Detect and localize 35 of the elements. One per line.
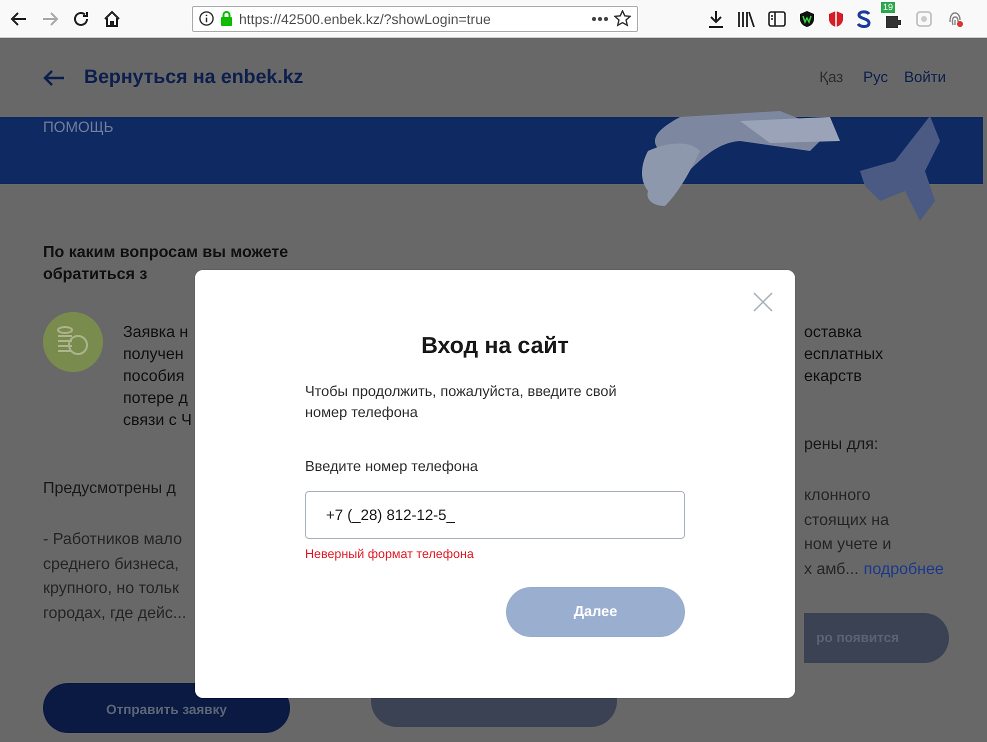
modal-description: Чтобы продолжить, пожалуйста, введите свой номер телефона (305, 383, 618, 423)
more-link[interactable]: подробнее (864, 558, 944, 583)
card-text-line: клонного (804, 486, 871, 506)
banner-caption: ПОМОЩЬ (43, 119, 114, 137)
section-heading-line: обратиться з (43, 265, 148, 285)
card-title-line: Заявка н (123, 323, 188, 343)
modal-title: Вход на сайт (420, 331, 570, 360)
card-title-line: получен (123, 345, 184, 365)
card-text-line: крупного, но тольк (43, 579, 179, 600)
card-subtitle: рены для: (804, 435, 878, 455)
card-text-line: среднего бизнеса, (43, 554, 179, 575)
card-text-line: - Работников мало (43, 530, 182, 550)
card-title-line: пособия (123, 367, 184, 387)
card-title-line: потере д (123, 389, 188, 409)
phone-input-field[interactable]: +7 (_28) 812-12-5_ (305, 491, 685, 539)
notification-badge: 19 (881, 2, 896, 12)
card-text-line: ном учете и (804, 535, 892, 556)
card-title-line: оставка (804, 323, 862, 343)
language-option[interactable]: Қаз (819, 69, 844, 86)
card-subtitle: Предусмотрены д (43, 479, 176, 499)
card-title-line: екарств (804, 367, 862, 387)
field-label: Введите номер телефона (305, 458, 479, 477)
section-heading-line: По каким вопросам вы можете (43, 243, 288, 263)
card-text-line: х амб... (804, 560, 859, 580)
card-text-line: стоящих на (804, 510, 889, 531)
card-title-line: есплатных (804, 345, 884, 365)
url-text: https://42500.enbek.kz/?showLogin=true (239, 10, 492, 26)
error-message: Неверный формат телефона (305, 546, 474, 563)
language-option[interactable]: Рус (863, 69, 888, 86)
back-link-text[interactable]: Вернуться на enbek.kz (84, 66, 304, 89)
card-text-line: городах, где дейс... (43, 604, 186, 624)
address-bar[interactable]: https://42500.enbek.kz/?showLogin=true (192, 6, 638, 32)
back-link[interactable]: Вернуться на enbek.kz (43, 66, 304, 89)
card-title-line: связи с Ч (123, 411, 192, 431)
login-link[interactable]: Войти (904, 69, 946, 86)
